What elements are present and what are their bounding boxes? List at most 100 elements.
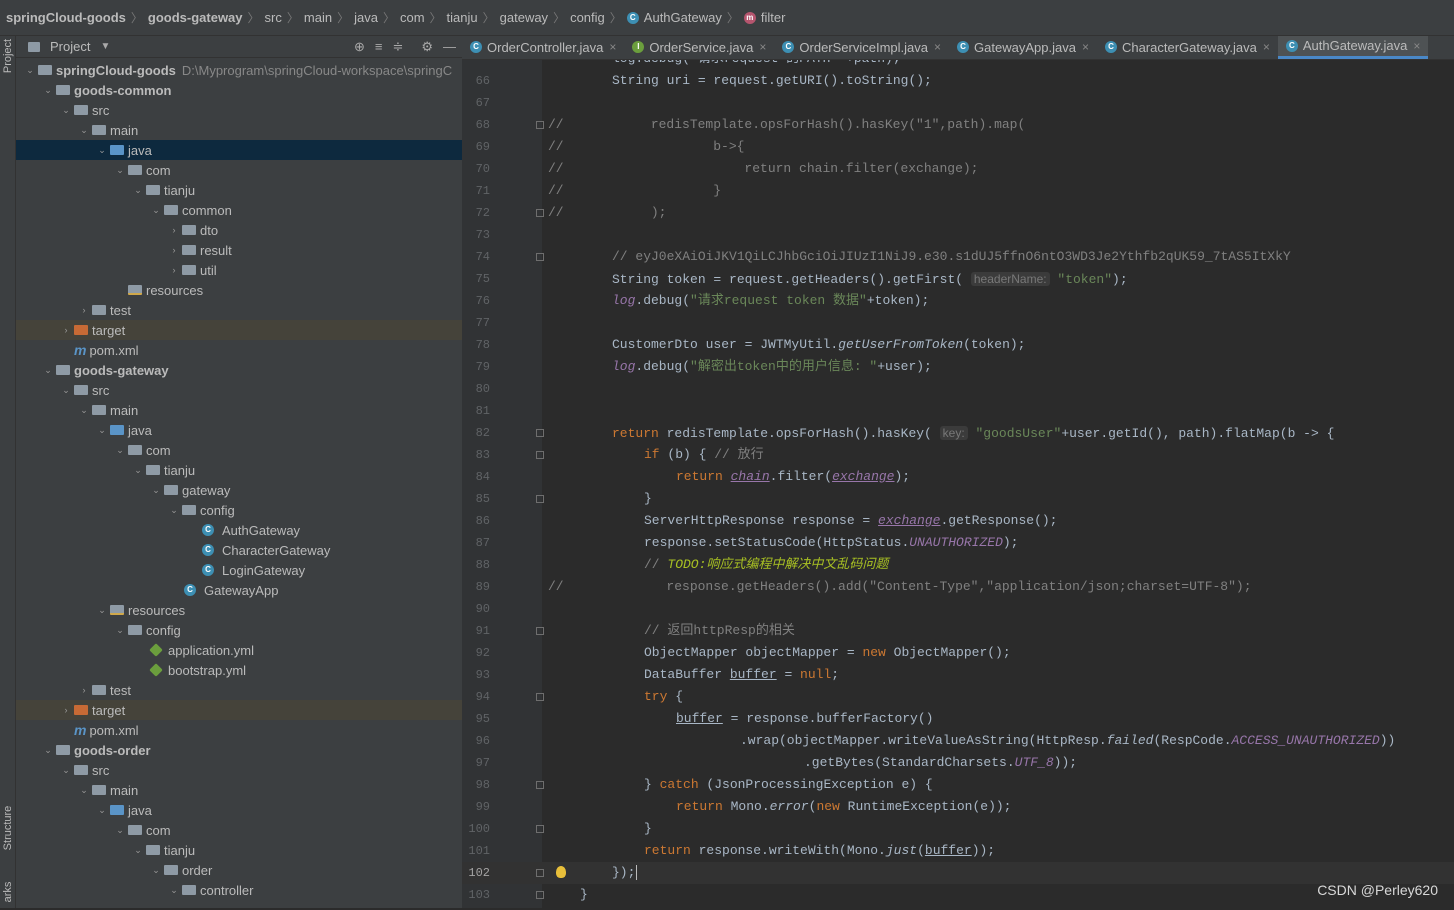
- close-icon[interactable]: ×: [1413, 39, 1420, 53]
- tree-node[interactable]: ⌄ main: [16, 400, 462, 420]
- collapse-all-icon[interactable]: ≑: [392, 39, 403, 55]
- expand-arrow-icon[interactable]: ⌄: [166, 885, 182, 896]
- tree-node[interactable]: ⌄ common: [16, 200, 462, 220]
- tree-node[interactable]: ⌄ com: [16, 820, 462, 840]
- bookmarks-tool-button[interactable]: arks: [2, 874, 14, 910]
- tree-node[interactable]: › test: [16, 680, 462, 700]
- tree-node[interactable]: m pom.xml: [16, 340, 462, 360]
- tree-node[interactable]: › result: [16, 240, 462, 260]
- expand-arrow-icon[interactable]: ⌄: [112, 445, 128, 456]
- expand-arrow-icon[interactable]: ⌄: [58, 765, 74, 776]
- tree-node[interactable]: ⌄ gateway: [16, 480, 462, 500]
- tree-node[interactable]: › test: [16, 300, 462, 320]
- collapse-arrow-icon[interactable]: ›: [166, 245, 182, 255]
- expand-arrow-icon[interactable]: ⌄: [76, 125, 92, 136]
- tab-order-service-impl[interactable]: C OrderServiceImpl.java ×: [774, 36, 949, 59]
- tree-node[interactable]: ⌄ tianju: [16, 460, 462, 480]
- expand-all-icon[interactable]: ≡: [375, 39, 383, 55]
- expand-arrow-icon[interactable]: ⌄: [94, 805, 110, 816]
- breadcrumb-item[interactable]: filter: [761, 10, 786, 25]
- breadcrumb-item[interactable]: gateway: [500, 10, 548, 25]
- tab-order-controller[interactable]: C OrderController.java ×: [462, 36, 624, 59]
- fold-icon[interactable]: [536, 253, 544, 261]
- close-icon[interactable]: ×: [759, 40, 766, 54]
- tree-node[interactable]: ⌄ main: [16, 780, 462, 800]
- collapse-arrow-icon[interactable]: ›: [76, 305, 92, 315]
- fold-icon[interactable]: [536, 121, 544, 129]
- expand-arrow-icon[interactable]: ⌄: [148, 865, 164, 876]
- fold-icon[interactable]: [536, 693, 544, 701]
- tab-auth-gateway[interactable]: C AuthGateway.java ×: [1277, 36, 1429, 59]
- expand-arrow-icon[interactable]: ⌄: [94, 605, 110, 616]
- breadcrumb-item[interactable]: java: [354, 10, 378, 25]
- tree-node[interactable]: ⌄ goods-order: [16, 740, 462, 760]
- fold-icon[interactable]: [536, 869, 544, 877]
- tree-node[interactable]: ⌄ tianju: [16, 180, 462, 200]
- expand-arrow-icon[interactable]: ⌄: [130, 185, 146, 196]
- collapse-arrow-icon[interactable]: ›: [166, 265, 182, 275]
- tree-node[interactable]: › target: [16, 700, 462, 720]
- expand-arrow-icon[interactable]: ⌄: [58, 105, 74, 116]
- tree-node[interactable]: ⌄ java: [16, 420, 462, 440]
- expand-arrow-icon[interactable]: ⌄: [94, 145, 110, 156]
- chevron-down-icon[interactable]: ▼: [100, 41, 110, 52]
- breadcrumb-item[interactable]: AuthGateway: [644, 10, 722, 25]
- tree-node[interactable]: › target: [16, 320, 462, 340]
- tree-node[interactable]: ⌄ goods-gateway: [16, 360, 462, 380]
- tree-node[interactable]: ⌄ resources: [16, 600, 462, 620]
- tree-node[interactable]: bootstrap.yml: [16, 660, 462, 680]
- breadcrumb-item[interactable]: springCloud-goods: [6, 10, 126, 25]
- tab-character-gateway[interactable]: C CharacterGateway.java ×: [1097, 36, 1278, 59]
- project-panel-title[interactable]: Project: [50, 39, 90, 54]
- tree-node[interactable]: m pom.xml: [16, 720, 462, 740]
- fold-icon[interactable]: [536, 825, 544, 833]
- fold-icon[interactable]: [536, 429, 544, 437]
- breadcrumb-item[interactable]: com: [400, 10, 425, 25]
- expand-arrow-icon[interactable]: ⌄: [130, 465, 146, 476]
- gear-icon[interactable]: ⚙: [421, 39, 433, 55]
- tree-node[interactable]: ⌄ src: [16, 100, 462, 120]
- expand-arrow-icon[interactable]: ⌄: [112, 165, 128, 176]
- locate-icon[interactable]: ⊕: [354, 39, 365, 55]
- tree-node[interactable]: C AuthGateway: [16, 520, 462, 540]
- expand-arrow-icon[interactable]: ⌄: [76, 405, 92, 416]
- close-icon[interactable]: ×: [934, 40, 941, 54]
- tree-node[interactable]: ⌄ goods-common: [16, 80, 462, 100]
- tree-node[interactable]: ⌄ tianju: [16, 840, 462, 860]
- breadcrumb-item[interactable]: main: [304, 10, 332, 25]
- tree-node[interactable]: ⌄ springCloud-goods D:\Myprogram\springClo…: [16, 60, 462, 80]
- fold-icon[interactable]: [536, 209, 544, 217]
- structure-tool-button[interactable]: Structure: [2, 804, 14, 852]
- tree-node[interactable]: ⌄ src: [16, 760, 462, 780]
- tree-node[interactable]: › dto: [16, 220, 462, 240]
- breadcrumb-item[interactable]: goods-gateway: [148, 10, 243, 25]
- tree-node[interactable]: application.yml: [16, 640, 462, 660]
- tree-node[interactable]: ⌄ com: [16, 160, 462, 180]
- tree-node[interactable]: › util: [16, 260, 462, 280]
- expand-arrow-icon[interactable]: ⌄: [22, 65, 38, 76]
- expand-arrow-icon[interactable]: ⌄: [40, 365, 56, 376]
- expand-arrow-icon[interactable]: ⌄: [40, 745, 56, 756]
- breadcrumb-item[interactable]: config: [570, 10, 605, 25]
- tab-gateway-app[interactable]: C GatewayApp.java ×: [949, 36, 1097, 59]
- expand-arrow-icon[interactable]: ⌄: [40, 85, 56, 96]
- tab-order-service[interactable]: I OrderService.java ×: [624, 36, 774, 59]
- fold-icon[interactable]: [536, 495, 544, 503]
- breadcrumb-item[interactable]: src: [265, 10, 282, 25]
- fold-icon[interactable]: [536, 451, 544, 459]
- collapse-arrow-icon[interactable]: ›: [76, 685, 92, 695]
- expand-arrow-icon[interactable]: ⌄: [148, 485, 164, 496]
- close-icon[interactable]: ×: [1082, 40, 1089, 54]
- fold-icon[interactable]: [536, 627, 544, 635]
- tree-node[interactable]: C CharacterGateway: [16, 540, 462, 560]
- tree-node[interactable]: ⌄ com: [16, 440, 462, 460]
- expand-arrow-icon[interactable]: ⌄: [130, 845, 146, 856]
- tree-node[interactable]: ⌄ config: [16, 500, 462, 520]
- expand-arrow-icon[interactable]: ⌄: [112, 825, 128, 836]
- expand-arrow-icon[interactable]: ⌄: [94, 425, 110, 436]
- tree-node[interactable]: ⌄ java: [16, 800, 462, 820]
- close-icon[interactable]: ×: [1263, 40, 1270, 54]
- close-icon[interactable]: ×: [609, 40, 616, 54]
- fold-icon[interactable]: [536, 891, 544, 899]
- expand-arrow-icon[interactable]: ⌄: [148, 205, 164, 216]
